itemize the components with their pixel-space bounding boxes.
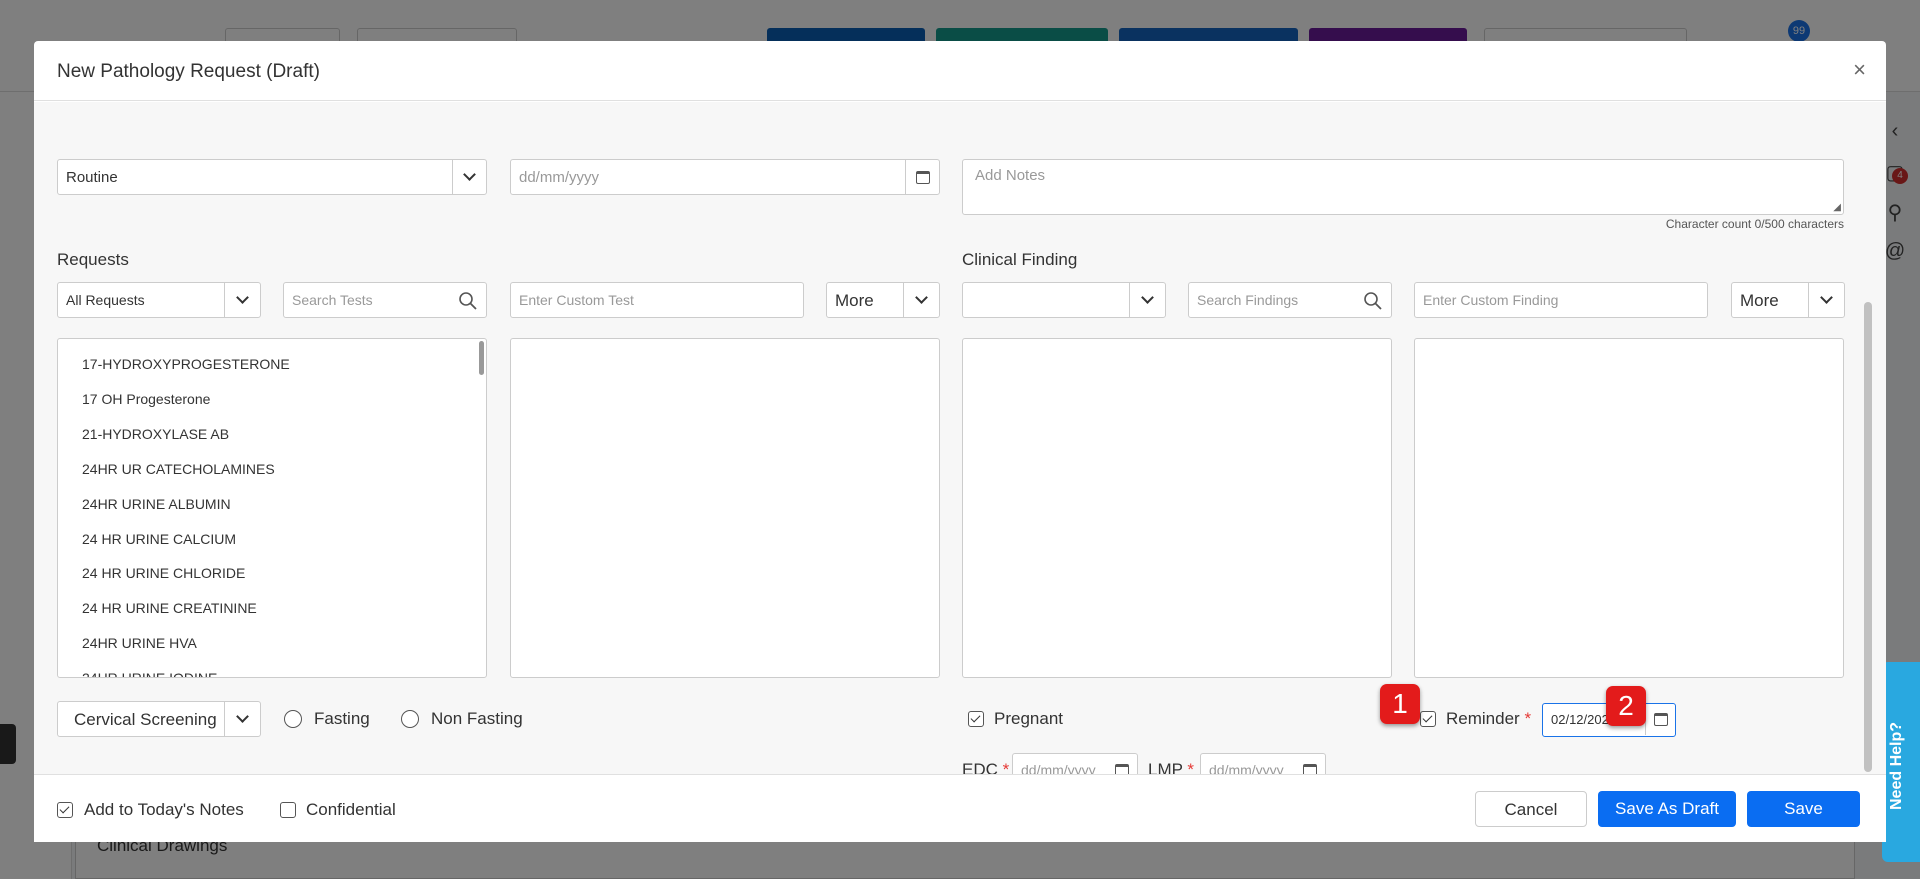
lmp-placeholder: dd/mm/yyyy	[1209, 762, 1284, 774]
fasting-radio[interactable]	[284, 710, 302, 728]
calendar-icon[interactable]	[1295, 754, 1325, 774]
custom-test-input[interactable]: Enter Custom Test	[510, 282, 804, 318]
reminder-label-text: Reminder	[1446, 709, 1520, 728]
requests-more-select[interactable]: More	[826, 282, 940, 318]
annotation-marker-1: 1	[1380, 684, 1420, 724]
list-item[interactable]: 24 HR URINE CALCIUM	[82, 531, 236, 547]
list-item[interactable]: 24HR UR CATECHOLAMINES	[82, 461, 275, 477]
requests-filter-select[interactable]: All Requests	[57, 282, 261, 318]
search-tests-placeholder: Search Tests	[292, 292, 373, 308]
add-notes-checkbox[interactable]	[57, 802, 73, 818]
save-as-draft-button[interactable]: Save As Draft	[1598, 791, 1736, 827]
cancel-button[interactable]: Cancel	[1475, 791, 1587, 827]
edc-label-text: EDC	[962, 760, 998, 774]
search-tests-input[interactable]: Search Tests	[283, 282, 487, 318]
tests-list-scrollbar[interactable]	[479, 341, 484, 375]
search-findings-placeholder: Search Findings	[1197, 292, 1299, 308]
confidential-label[interactable]: Confidential	[306, 800, 396, 820]
modal-body: Routine dd/mm/yyyy Add Notes ◢ Character…	[34, 102, 1886, 774]
required-mark: *	[1524, 709, 1532, 728]
need-help-label: Need Help?	[1888, 721, 1905, 810]
list-item[interactable]: 24HR URINE HVA	[82, 635, 197, 651]
list-item[interactable]: 17 OH Progesterone	[82, 391, 210, 407]
requests-filter-value: All Requests	[66, 292, 145, 308]
list-item[interactable]: 24HR URINE IODINE	[82, 670, 217, 677]
char-count: Character count 0/500 characters	[1665, 217, 1844, 231]
reminder-checkbox[interactable]	[1420, 711, 1436, 727]
lmp-date-field[interactable]: dd/mm/yyyy	[1200, 753, 1326, 774]
modal-footer: Add to Today's Notes Confidential Cancel…	[34, 774, 1886, 842]
chevron-down-icon[interactable]	[1129, 283, 1165, 317]
close-icon[interactable]: ×	[1853, 57, 1866, 83]
modal-header: New Pathology Request (Draft) ×	[34, 41, 1886, 101]
pathology-request-modal: New Pathology Request (Draft) × Routine …	[34, 41, 1886, 842]
screening-value: Cervical Screening	[74, 710, 217, 729]
lmp-label: LMP *	[1148, 760, 1194, 774]
chevron-down-icon[interactable]	[224, 283, 260, 317]
date-placeholder: dd/mm/yyyy	[519, 169, 600, 186]
list-item[interactable]: 21-HYDROXYLASE AB	[82, 426, 229, 442]
confidential-checkbox[interactable]	[280, 802, 296, 818]
search-icon[interactable]	[458, 291, 478, 311]
modal-title: New Pathology Request (Draft)	[57, 61, 320, 82]
reminder-label[interactable]: Reminder *	[1446, 709, 1531, 729]
pregnant-checkbox[interactable]	[968, 711, 984, 727]
chevron-down-icon[interactable]	[224, 702, 260, 736]
selected-tests-list[interactable]	[510, 338, 940, 678]
calendar-icon[interactable]	[1107, 754, 1137, 774]
urgency-select[interactable]: Routine	[57, 159, 487, 195]
list-item[interactable]: 24HR URINE ALBUMIN	[82, 496, 231, 512]
selected-findings-list[interactable]	[1414, 338, 1844, 678]
notes-placeholder: Add Notes	[975, 167, 1046, 184]
custom-finding-input[interactable]: Enter Custom Finding	[1414, 282, 1708, 318]
search-icon[interactable]	[1363, 291, 1383, 311]
chevron-down-icon[interactable]	[1808, 283, 1844, 317]
findings-list[interactable]	[962, 338, 1392, 678]
fasting-label[interactable]: Fasting	[314, 709, 370, 729]
add-notes-label[interactable]: Add to Today's Notes	[84, 800, 244, 820]
non-fasting-label[interactable]: Non Fasting	[431, 709, 523, 729]
custom-finding-placeholder: Enter Custom Finding	[1423, 292, 1559, 308]
date-field[interactable]: dd/mm/yyyy	[510, 159, 940, 195]
calendar-icon[interactable]	[1645, 704, 1675, 735]
list-item[interactable]: 24 HR URINE CHLORIDE	[82, 565, 245, 581]
clinical-filter-select[interactable]	[962, 282, 1166, 318]
calendar-icon[interactable]	[905, 160, 939, 194]
tests-list[interactable]: 17-HYDROXYPROGESTERONE 17 OH Progesteron…	[57, 338, 487, 678]
chevron-down-icon[interactable]	[903, 283, 939, 317]
requests-label: Requests	[57, 250, 129, 269]
edc-label: EDC *	[962, 760, 1009, 774]
modal-scrollbar-thumb[interactable]	[1864, 302, 1872, 772]
notes-textarea[interactable]: Add Notes ◢	[962, 159, 1844, 215]
clinical-more-select[interactable]: More	[1731, 282, 1845, 318]
lmp-label-text: LMP	[1148, 760, 1183, 774]
list-item[interactable]: 24 HR URINE CREATININE	[82, 600, 257, 616]
requests-more-label: More	[835, 291, 874, 310]
clinical-more-label: More	[1740, 291, 1779, 310]
resize-handle-icon[interactable]: ◢	[1833, 202, 1841, 213]
edc-date-field[interactable]: dd/mm/yyyy	[1012, 753, 1138, 774]
save-button[interactable]: Save	[1747, 791, 1860, 827]
edc-placeholder: dd/mm/yyyy	[1021, 762, 1096, 774]
urgency-value: Routine	[66, 169, 118, 186]
pregnant-label[interactable]: Pregnant	[994, 709, 1063, 729]
required-mark: *	[1002, 760, 1010, 774]
list-item[interactable]: 17-HYDROXYPROGESTERONE	[82, 356, 290, 372]
custom-test-placeholder: Enter Custom Test	[519, 292, 634, 308]
annotation-marker-2: 2	[1606, 686, 1646, 726]
non-fasting-radio[interactable]	[401, 710, 419, 728]
search-findings-input[interactable]: Search Findings	[1188, 282, 1392, 318]
chevron-down-icon[interactable]	[452, 160, 486, 194]
clinical-finding-label: Clinical Finding	[962, 250, 1078, 269]
required-mark: *	[1187, 760, 1195, 774]
screening-select[interactable]: Cervical Screening	[57, 701, 261, 737]
